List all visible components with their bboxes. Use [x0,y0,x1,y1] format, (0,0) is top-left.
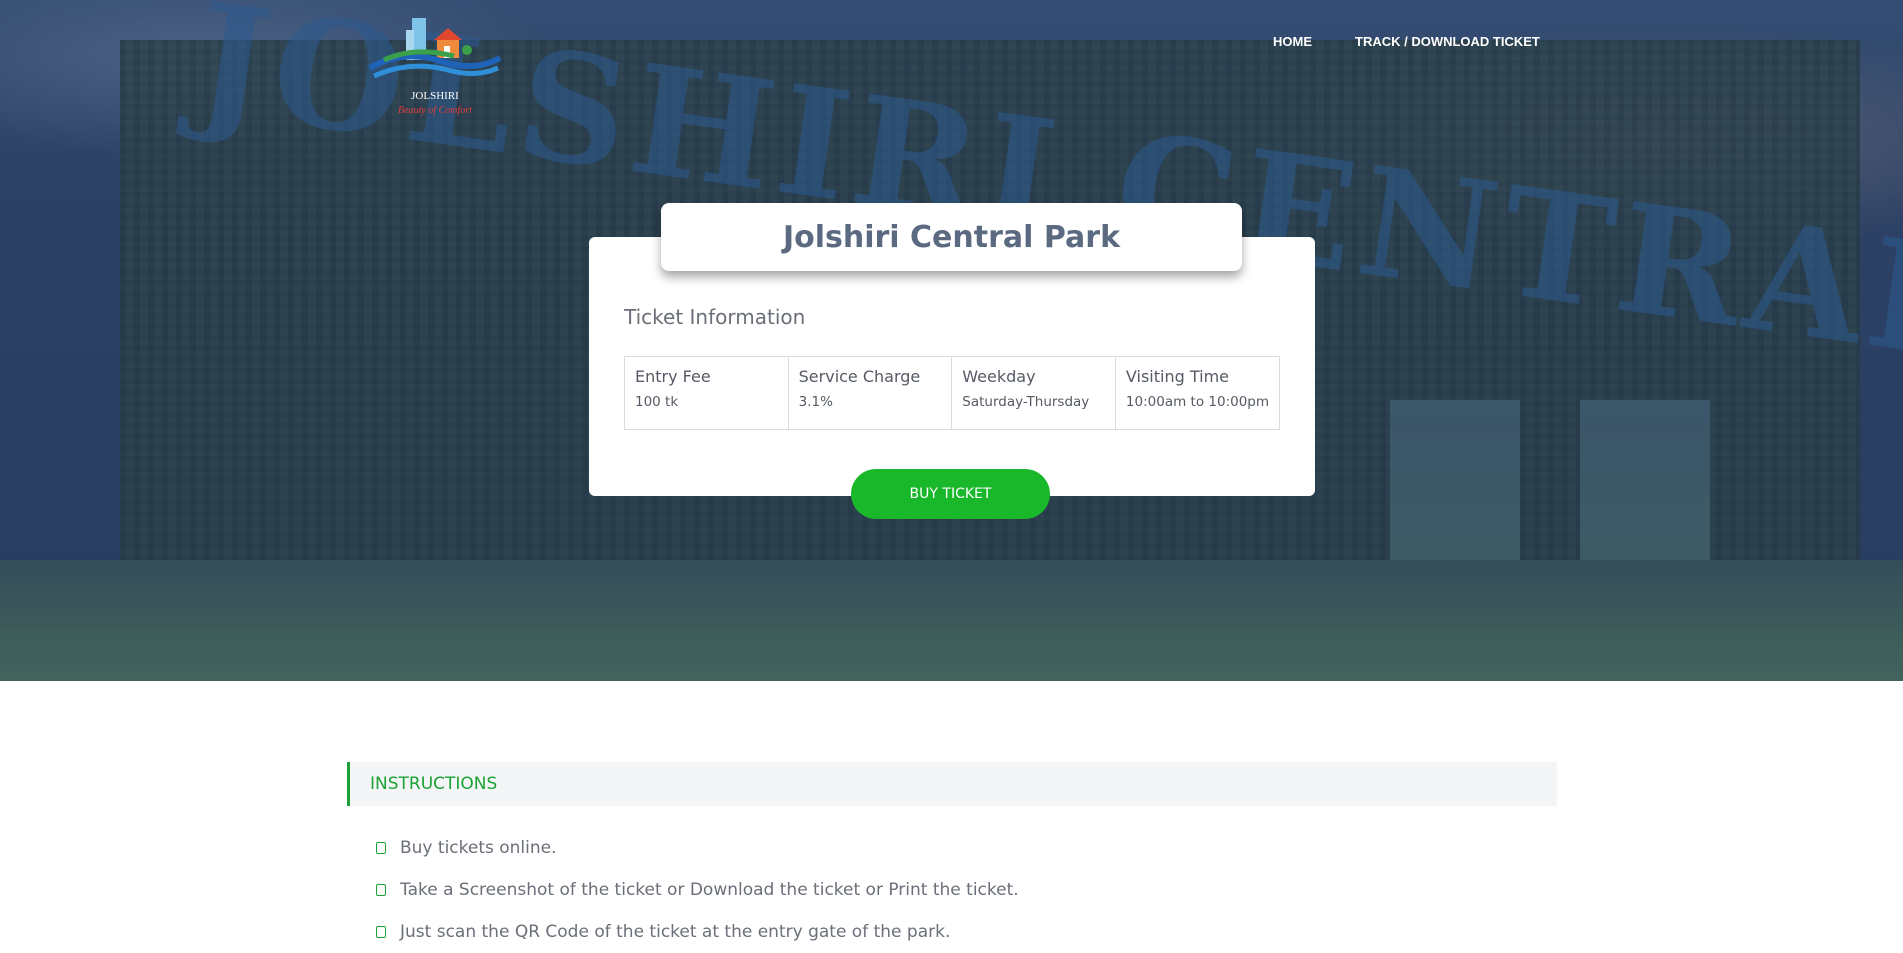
info-cell-visiting-time: Visiting Time 10:00am to 10:00pm [1116,357,1279,429]
site-logo[interactable]: JOLSHIRI Beauty of Comfort [364,10,506,125]
checkbox-icon [376,842,386,854]
info-value: Saturday-Thursday [962,394,1090,410]
instruction-text: Just scan the QR Code of the ticket at t… [400,922,951,942]
checkbox-icon [376,926,386,938]
info-head: Weekday [962,367,1036,386]
ticket-info-table: Entry Fee 100 tk Service Charge 3.1% Wee… [624,356,1280,430]
checkbox-icon [376,884,386,896]
nav-home[interactable]: HOME [1273,34,1312,49]
logo-tagline: Beauty of Comfort [398,105,472,116]
info-cell-weekday: Weekday Saturday-Thursday [952,357,1116,429]
list-item: Just scan the QR Code of the ticket at t… [376,911,1019,953]
buy-ticket-button[interactable]: BUY TICKET [851,469,1050,519]
list-item: Take a Screenshot of the ticket or Downl… [376,869,1019,911]
nav-track-download-ticket[interactable]: TRACK / DOWNLOAD TICKET [1355,34,1540,49]
ticket-info-heading: Ticket Information [624,305,806,329]
logo-text: JOLSHIRI [411,90,459,102]
info-head: Visiting Time [1125,367,1229,386]
info-value: 100 tk [635,394,679,410]
instructions-list: Buy tickets online. Take a Screenshot of… [376,827,1019,953]
logo-icon [368,18,502,79]
park-title: Jolshiri Central Park [661,203,1242,271]
info-cell-entry-fee: Entry Fee 100 tk [625,357,789,429]
instructions-heading: INSTRUCTIONS [347,762,1557,806]
list-item: Buy tickets online. [376,827,1019,869]
instruction-text: Buy tickets online. [400,838,557,858]
info-value: 10:00am to 10:00pm [1125,394,1270,410]
instruction-text: Take a Screenshot of the ticket or Downl… [400,880,1019,900]
info-head: Service Charge [798,367,921,386]
info-value: 3.1% [798,394,833,410]
info-cell-service-charge: Service Charge 3.1% [789,357,953,429]
info-head: Entry Fee [635,367,711,386]
